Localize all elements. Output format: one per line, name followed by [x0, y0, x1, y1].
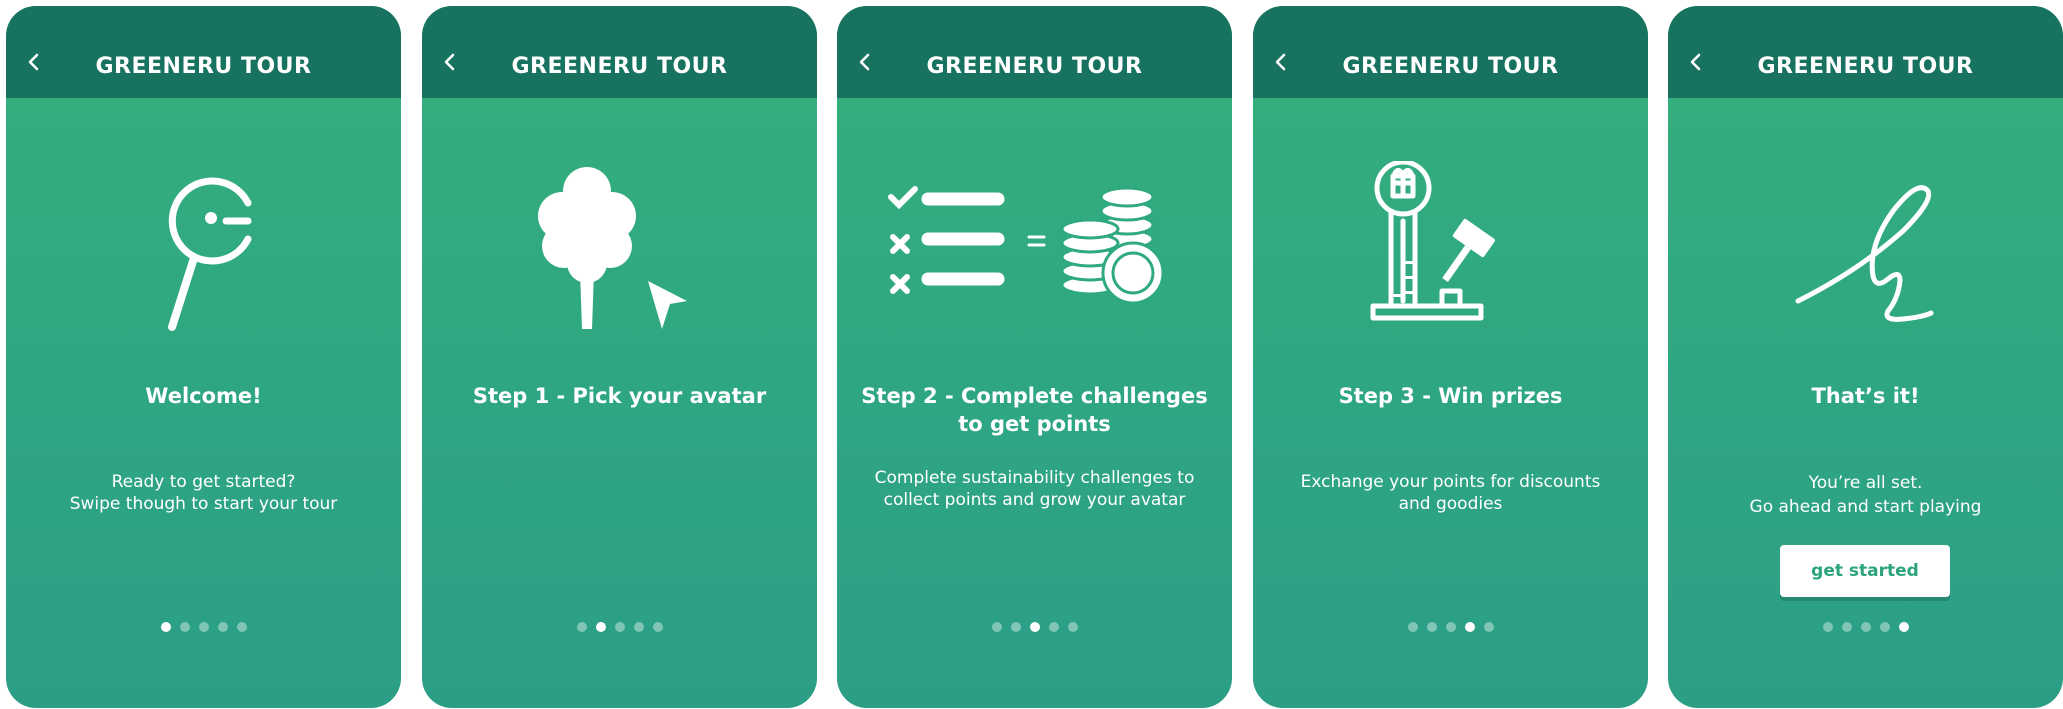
description-line: Go ahead and start playing: [1749, 497, 1982, 517]
header-title: GREENERU TOUR: [95, 54, 312, 79]
page-dot-5[interactable]: [1067, 622, 1078, 632]
page-dot-2[interactable]: [1426, 622, 1437, 632]
screen-heading: Step 2 - Complete challenges to get poin…: [857, 382, 1212, 438]
header-bar: GREENERU TOUR: [6, 6, 401, 98]
page-dot-2[interactable]: [179, 622, 190, 632]
screen-heading: Step 1 - Pick your avatar: [472, 384, 767, 408]
heading-line: Step 2 - Complete challenges: [861, 384, 1208, 408]
strength-tester-icon: [1370, 161, 1495, 321]
page-dot-4[interactable]: [633, 622, 644, 632]
page-dot-3[interactable]: [1029, 622, 1040, 632]
header-bar: GREENERU TOUR: [422, 6, 817, 98]
description-line: collect points and grow your avatar: [883, 490, 1186, 510]
description-line: You’re all set.: [1808, 473, 1923, 493]
screen-description: You’re all set. Go ahead and start playi…: [1688, 471, 2043, 519]
signature-icon: [1795, 185, 1934, 322]
header-bar: GREENERU TOUR: [1668, 6, 2063, 98]
page-indicator: [1668, 622, 2063, 636]
page-dot-5[interactable]: [1483, 622, 1494, 632]
page-dot-1[interactable]: [1407, 622, 1418, 632]
tour-screen-welcome: GREENERU TOUR Welcome! Ready to get star…: [6, 6, 401, 708]
page-dot-5[interactable]: [652, 622, 663, 632]
header-title: GREENERU TOUR: [1757, 54, 1974, 79]
page-dot-4[interactable]: [1464, 622, 1475, 632]
description-line: Complete sustainability challenges to: [874, 468, 1195, 488]
screen-heading: Welcome!: [145, 384, 262, 408]
screen-heading: Step 3 - Win prizes: [1338, 384, 1563, 408]
description-line: Swipe though to start your tour: [69, 494, 338, 514]
page-dot-1[interactable]: [576, 622, 587, 632]
magnifier-g-icon: [168, 177, 252, 331]
page-indicator: [6, 622, 401, 636]
page-dot-4[interactable]: [1879, 622, 1890, 632]
heading-line: to get points: [958, 412, 1111, 436]
header-title: GREENERU TOUR: [511, 54, 728, 79]
header-bar: GREENERU TOUR: [837, 6, 1232, 98]
page-dot-5[interactable]: [236, 622, 247, 632]
page-dot-3[interactable]: [1860, 622, 1871, 632]
page-dot-3[interactable]: [1445, 622, 1456, 632]
description-line: Exchange your points for discounts: [1300, 472, 1601, 492]
tour-screen-done: GREENERU TOUR That’s it! You’re all set.…: [1668, 6, 2063, 708]
page-dot-2[interactable]: [1010, 622, 1021, 632]
page-dot-4[interactable]: [217, 622, 228, 632]
tour-screen-avatar: GREENERU TOUR Step 1 - Pick your avatar: [422, 6, 817, 708]
page-indicator: [1253, 622, 1648, 636]
description-line: Ready to get started?: [111, 472, 296, 492]
page-dot-5[interactable]: [1898, 622, 1909, 632]
page-dot-2[interactable]: [595, 622, 606, 632]
page-dot-3[interactable]: [198, 622, 209, 632]
page-indicator: [422, 622, 817, 636]
header-title: GREENERU TOUR: [1342, 54, 1559, 79]
tour-screen-prizes: GREENERU TOUR Step 3 - Win prizes Exchan…: [1253, 6, 1648, 708]
checklist-coins-icon: [888, 186, 1165, 305]
page-indicator: [837, 622, 1232, 636]
header-bar: GREENERU TOUR: [1253, 6, 1648, 98]
screen-heading: That’s it!: [1811, 384, 1920, 408]
tree-cursor-icon: [538, 167, 687, 329]
screen-description: Complete sustainability challenges to co…: [857, 467, 1212, 511]
header-title: GREENERU TOUR: [926, 54, 1143, 79]
description-line: and goodies: [1398, 494, 1503, 514]
page-dot-1[interactable]: [991, 622, 1002, 632]
page-dot-2[interactable]: [1841, 622, 1852, 632]
get-started-button[interactable]: get started: [1780, 545, 1950, 597]
page-dot-1[interactable]: [160, 622, 171, 632]
screen-description: Exchange your points for discounts and g…: [1273, 471, 1628, 515]
tour-screen-challenges: GREENERU TOUR Step 2 - Complete challeng…: [837, 6, 1232, 708]
page-dot-3[interactable]: [614, 622, 625, 632]
page-dot-1[interactable]: [1822, 622, 1833, 632]
page-dot-4[interactable]: [1048, 622, 1059, 632]
screen-description: Ready to get started? Swipe though to st…: [26, 471, 381, 515]
